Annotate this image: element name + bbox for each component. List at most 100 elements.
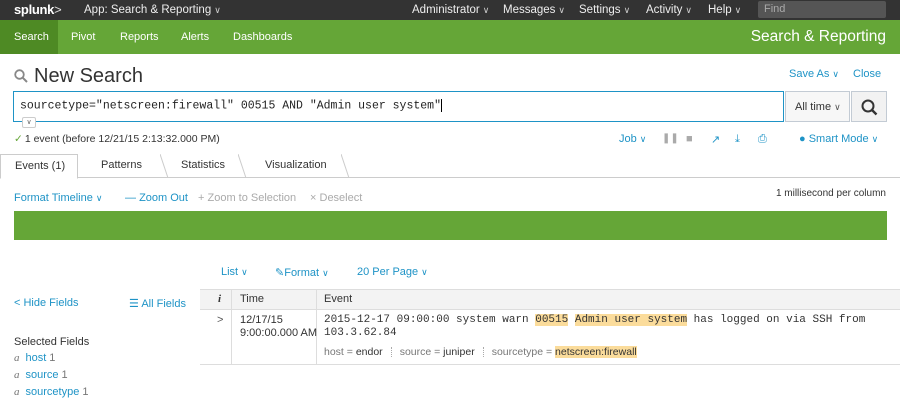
text-cursor	[440, 99, 442, 112]
string-type-icon: a	[14, 369, 20, 381]
format-timeline-menu[interactable]: Format Timeline ∨	[14, 192, 102, 204]
close-button[interactable]: Close	[853, 68, 881, 80]
time-range-label: All time	[795, 101, 832, 113]
menu-label: Administrator	[412, 4, 480, 16]
menu-settings[interactable]: Settings ∨	[579, 4, 630, 16]
tab-events[interactable]: Events (1)	[0, 154, 78, 179]
chevron-right-icon[interactable]: >	[217, 314, 223, 326]
tab-divider	[238, 154, 247, 178]
x-icon: ×	[310, 192, 317, 204]
tab-visualization[interactable]: Visualization	[265, 154, 327, 178]
tab-divider	[160, 154, 169, 178]
all-fields-link[interactable]: ☰ All Fields	[129, 297, 186, 310]
highlighted-term[interactable]: 00515	[535, 314, 569, 326]
field-sourcetype[interactable]: a sourcetype 1	[14, 386, 88, 398]
menu-activity[interactable]: Activity ∨	[646, 4, 692, 16]
deselect-button[interactable]: × Deselect	[310, 192, 362, 204]
find-input[interactable]: Find	[758, 1, 886, 18]
search-input[interactable]: sourcetype="netscreen:firewall" 00515 AN…	[13, 91, 784, 122]
splunk-logo[interactable]: splunk>	[14, 2, 62, 17]
zoom-out-button[interactable]: — Zoom Out	[125, 192, 188, 204]
event-text: 2015-12-17 09:00:00 system warn	[324, 314, 536, 326]
string-type-icon: a	[14, 386, 20, 398]
search-button[interactable]	[851, 91, 887, 122]
search-icon	[861, 99, 878, 116]
zoom-out-label: Zoom Out	[139, 192, 188, 204]
nav-pivot[interactable]: Pivot	[71, 31, 95, 43]
meta-divider	[390, 347, 392, 358]
meta-label: host =	[324, 346, 356, 358]
field-count: 1	[49, 352, 56, 364]
nav-search[interactable]: Search	[14, 31, 49, 43]
event-raw-text: 2015-12-17 09:00:00 system warn 00515 Ad…	[324, 314, 890, 340]
list-icon: ☰	[129, 298, 139, 310]
column-header-time[interactable]: Time	[240, 293, 264, 305]
menu-messages[interactable]: Messages ∨	[503, 4, 565, 16]
field-count: 1	[82, 386, 89, 398]
deselect-label: Deselect	[319, 192, 363, 204]
event-text	[568, 314, 575, 326]
list-view-menu[interactable]: List ∨	[221, 266, 248, 278]
meta-host-value[interactable]: endor	[356, 346, 383, 358]
expand-search-toggle[interactable]: ∨	[22, 117, 36, 128]
field-host[interactable]: a host 1	[14, 352, 55, 364]
zoom-to-selection-button[interactable]: + Zoom to Selection	[198, 192, 296, 204]
export-icon[interactable]: ⤓	[735, 133, 740, 146]
meta-sourcetype-value[interactable]: netscreen:firewall	[555, 346, 637, 358]
field-name: host	[25, 352, 47, 364]
meta-label: sourcetype =	[491, 346, 556, 358]
chevron-down-icon: ∨	[639, 134, 647, 144]
meta-source-value[interactable]: juniper	[443, 346, 475, 358]
pause-icon[interactable]: ❚❚	[662, 133, 679, 144]
job-label: Job	[619, 133, 637, 145]
per-page-label: 20 Per Page	[357, 266, 419, 278]
timeline-bar[interactable]	[14, 211, 887, 240]
nav-dashboards[interactable]: Dashboards	[233, 31, 292, 43]
nav-alerts[interactable]: Alerts	[181, 31, 209, 43]
column-divider	[231, 290, 232, 309]
tab-statistics[interactable]: Statistics	[181, 154, 225, 178]
nav-reports[interactable]: Reports	[120, 31, 159, 43]
print-icon[interactable]: ⎙	[758, 133, 767, 146]
meta-label: source =	[399, 346, 444, 358]
meta-divider	[482, 347, 484, 358]
chevron-down-icon: ∨	[832, 69, 839, 79]
chevron-down-icon: ∨	[734, 5, 742, 15]
search-icon	[14, 69, 28, 83]
time-range-picker[interactable]: All time ∨	[785, 91, 850, 122]
app-menu[interactable]: App: Search & Reporting ∨	[84, 4, 221, 16]
share-icon[interactable]: ↗	[711, 133, 720, 146]
pencil-icon: ✎	[275, 267, 285, 279]
event-metadata: host = endor source = juniper sourcetype =…	[324, 346, 637, 358]
column-header-event[interactable]: Event	[324, 293, 352, 305]
chevron-down-icon: ∨	[871, 134, 879, 144]
menu-label: Settings	[579, 4, 621, 16]
search-query-text: sourcetype="netscreen:firewall" 00515 AN…	[20, 99, 441, 113]
check-icon: ✓	[14, 133, 23, 145]
chevron-down-icon: ∨	[95, 193, 103, 203]
per-page-menu[interactable]: 20 Per Page ∨	[357, 266, 428, 278]
search-mode-menu[interactable]: ● Smart Mode ∨	[799, 133, 878, 145]
format-timeline-label: Format Timeline	[14, 192, 93, 204]
chevron-down-icon: ∨	[685, 5, 693, 15]
results-tabs: Events (1) Patterns Statistics Visualiza…	[0, 154, 900, 179]
column-header-info: i	[218, 293, 222, 305]
job-menu[interactable]: Job ∨	[619, 133, 646, 145]
highlighted-term[interactable]: Admin user system	[574, 314, 688, 326]
column-divider	[316, 290, 317, 309]
menu-label: Help	[708, 4, 732, 16]
hide-fields-link[interactable]: < Hide Fields	[14, 297, 79, 309]
format-menu[interactable]: ✎Format ∨	[275, 266, 329, 279]
string-type-icon: a	[14, 352, 20, 364]
chevron-down-icon: ∨	[558, 5, 566, 15]
save-as-button[interactable]: Save As ∨	[789, 68, 839, 80]
field-source[interactable]: a source 1	[14, 369, 68, 381]
event-time[interactable]: 12/17/15 9:00:00.000 AM	[240, 314, 317, 340]
menu-administrator[interactable]: Administrator ∨	[412, 4, 489, 16]
stop-icon[interactable]: ■	[686, 133, 693, 145]
tab-patterns[interactable]: Patterns	[101, 154, 142, 178]
chevron-down-icon: ∨	[482, 5, 490, 15]
timeline-scale: 1 millisecond per column	[775, 188, 886, 199]
top-bar: splunk> App: Search & Reporting ∨ Adminis…	[0, 0, 900, 20]
menu-help[interactable]: Help ∨	[708, 4, 741, 16]
